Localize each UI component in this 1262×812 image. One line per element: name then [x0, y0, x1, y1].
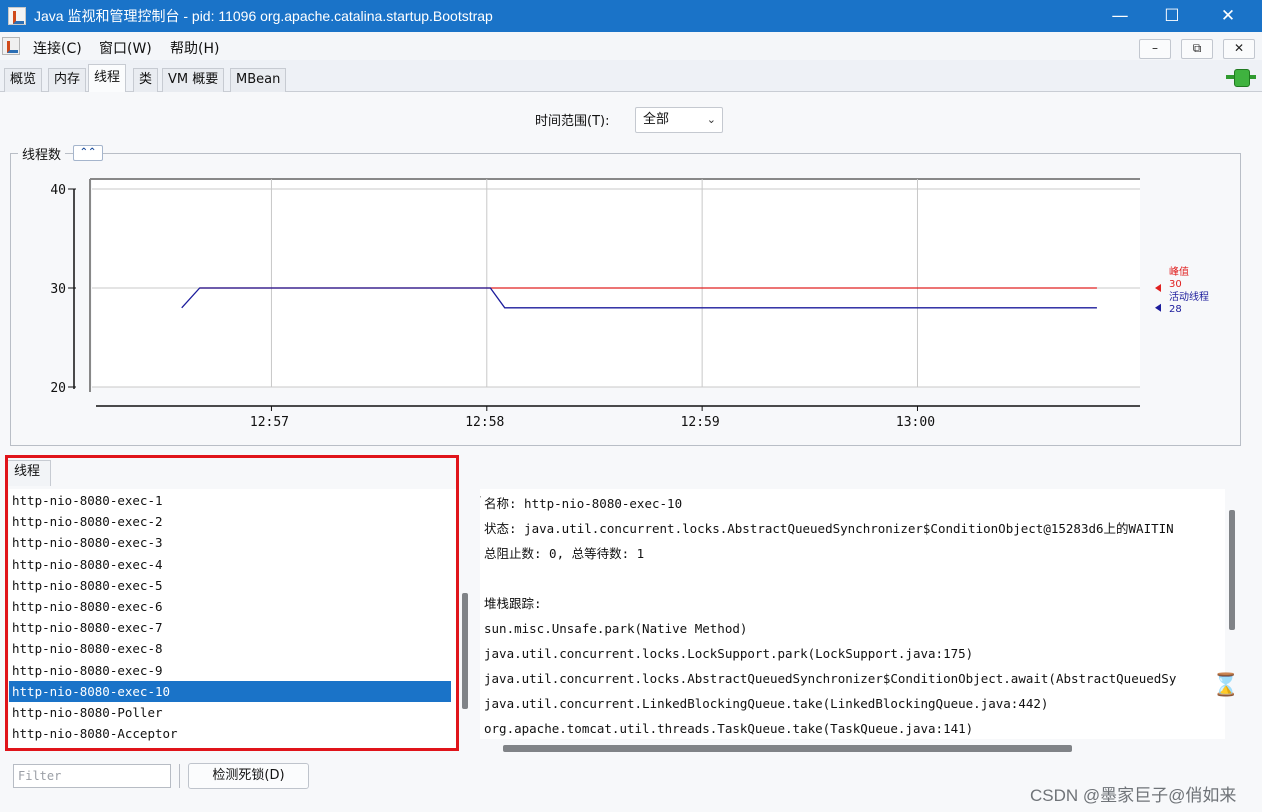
thread-list-scrollbar[interactable]: [462, 593, 468, 709]
highlight-box: [5, 455, 459, 751]
menu-window[interactable]: 窗口(W): [99, 38, 152, 58]
y-tick-label: 40: [50, 183, 66, 198]
maximize-button[interactable]: ☐: [1146, 0, 1198, 32]
y-tick-label: 30: [50, 282, 66, 297]
legend-value-1: 28: [1169, 304, 1182, 315]
detail-line: sun.misc.Unsafe.park(Native Method): [484, 621, 748, 636]
inner-close-button[interactable]: ✕: [1223, 39, 1255, 59]
detail-line: 状态: java.util.concurrent.locks.AbstractQ…: [484, 521, 1174, 536]
toolbar-separator: [179, 764, 180, 788]
x-tick-label: 12:57: [250, 415, 289, 430]
detect-deadlock-button[interactable]: 检测死锁(D): [188, 763, 309, 789]
detail-line: 名称: http-nio-8080-exec-10: [484, 496, 683, 511]
inner-minimize-button[interactable]: –: [1139, 39, 1171, 59]
detail-line: java.util.concurrent.locks.LockSupport.p…: [484, 646, 974, 661]
detail-line: org.apache.tomcat.util.threads.TaskQueue…: [484, 721, 974, 736]
inner-restore-button[interactable]: ⧉: [1181, 39, 1213, 59]
watermark: CSDN @墨家巨子@俏如来: [1030, 786, 1237, 805]
tab-strip: 概览 内存 线程 类 VM 概要 MBean: [0, 62, 1262, 93]
legend-marker-0: [1155, 284, 1161, 292]
detail-horizontal-scrollbar[interactable]: [503, 745, 1072, 752]
detail-line: 总阻止数: 0, 总等待数: 1: [484, 546, 645, 561]
detail-line: java.util.concurrent.locks.AbstractQueue…: [484, 671, 1177, 686]
close-button[interactable]: ✕: [1202, 0, 1254, 32]
thread-count-chart: 20304012:57 12:58 12:59 13:00峰值30活动线程28: [50, 178, 1209, 430]
menu-bar: 连接(C) 窗口(W) 帮助(H): [0, 32, 1262, 60]
legend-name-1: 活动线程: [1169, 290, 1209, 303]
time-range-label: 时间范围(T):: [535, 114, 610, 129]
x-tick-label: 12:59: [681, 415, 720, 430]
legend-name-0: 峰值: [1169, 265, 1189, 278]
detail-vertical-scrollbar[interactable]: [1229, 510, 1235, 630]
legend-marker-1: [1155, 303, 1161, 312]
plot-area: [92, 179, 1140, 387]
busy-cursor-icon: ⌛: [1212, 673, 1240, 698]
java-app-icon: [8, 7, 26, 25]
tab-memory[interactable]: 内存: [48, 68, 87, 92]
chevron-down-icon: ⌄: [706, 113, 716, 126]
tab-threads[interactable]: 线程: [88, 64, 127, 93]
window-title: Java 监视和管理控制台 - pid: 11096 org.apache.ca…: [34, 8, 493, 24]
split-arrow-icon[interactable]: ▶: [480, 492, 481, 501]
menu-help[interactable]: 帮助(H): [170, 38, 219, 58]
tab-classes[interactable]: 类: [133, 68, 159, 92]
menu-connect[interactable]: 连接(C): [33, 38, 82, 58]
double-chevron-up-icon[interactable]: ⌃⌃: [73, 145, 103, 161]
time-range-select[interactable]: 全部 ⌄: [635, 107, 723, 133]
window-titlebar: Java 监视和管理控制台 - pid: 11096 org.apache.ca…: [0, 0, 1262, 32]
y-tick-label: 20: [50, 381, 66, 396]
filter-input[interactable]: Filter: [13, 764, 171, 788]
tab-vm-summary[interactable]: VM 概要: [162, 68, 225, 92]
x-tick-label: 13:00: [896, 415, 935, 430]
time-range-value: 全部: [643, 112, 670, 127]
chart-panel-title: 线程数: [18, 144, 66, 163]
minimize-button[interactable]: —: [1094, 0, 1146, 32]
tab-overview[interactable]: 概览: [4, 68, 43, 92]
detail-line: 堆栈跟踪:: [484, 596, 542, 611]
internal-frame-icon[interactable]: [2, 37, 20, 55]
connection-status-icon[interactable]: [1226, 69, 1256, 87]
detail-line: java.util.concurrent.LinkedBlockingQueue…: [484, 696, 1049, 711]
tab-mbean[interactable]: MBean: [230, 68, 287, 92]
legend-value-0: 30: [1169, 279, 1182, 290]
thread-detail-pane[interactable]: ▶ 名称: http-nio-8080-exec-10 状态: java.util…: [480, 489, 1225, 739]
x-tick-label: 12:58: [465, 415, 504, 430]
